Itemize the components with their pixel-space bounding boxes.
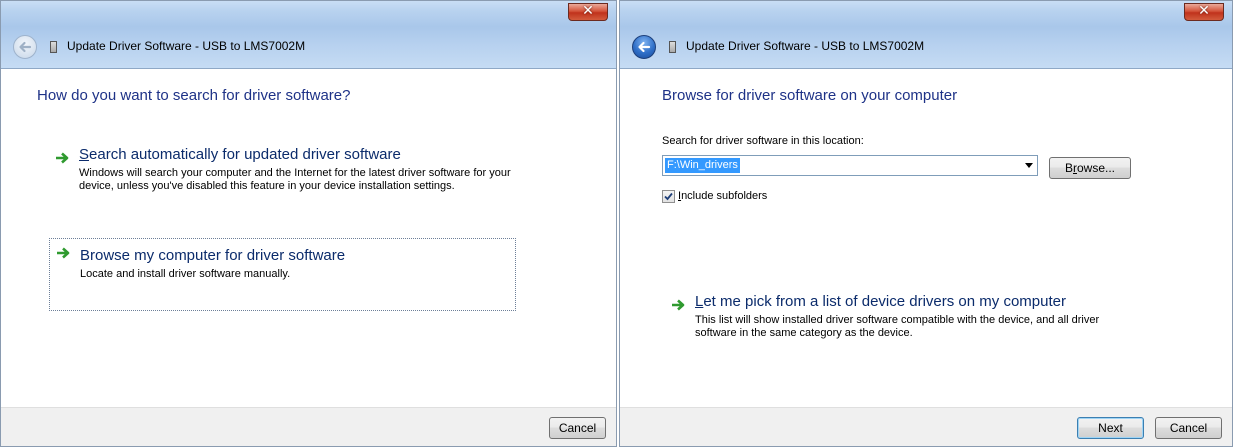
green-arrow-icon — [672, 299, 685, 311]
driver-path-value: F:\Win_drivers — [665, 158, 740, 173]
update-driver-window-browse: ✕ Update Driver Software - USB to LMS700… — [619, 0, 1233, 447]
option-title: Search automatically for updated driver … — [79, 146, 401, 163]
update-driver-window-search: ✕ Update Driver Software - USB to LMS700… — [0, 0, 617, 447]
next-button[interactable]: Next — [1077, 417, 1144, 439]
cancel-button[interactable]: Cancel — [1155, 417, 1222, 439]
page-heading: Browse for driver software on your compu… — [662, 87, 958, 104]
button-bar: Next Cancel — [620, 407, 1232, 446]
close-icon: ✕ — [582, 3, 594, 19]
green-arrow-icon — [56, 152, 69, 164]
window-title: Update Driver Software - USB to LMS7002M — [67, 39, 306, 53]
usb-device-icon — [50, 41, 57, 53]
option-description: Windows will search your computer and th… — [79, 167, 511, 192]
search-location-label: Search for driver software in this locat… — [662, 135, 864, 147]
option-description: This list will show installed driver sof… — [695, 314, 1100, 339]
green-arrow-icon — [57, 247, 70, 259]
pick-from-list-option[interactable]: Let me pick from a list of device driver… — [665, 291, 1145, 351]
browse-button[interactable]: Browse... — [1049, 157, 1131, 179]
button-bar: Cancel — [1, 407, 616, 446]
browse-computer-option[interactable]: Browse my computer for driver software L… — [49, 238, 516, 311]
close-button[interactable]: ✕ — [1184, 3, 1224, 21]
checkmark-icon — [664, 192, 673, 201]
chevron-down-icon[interactable] — [1025, 163, 1033, 168]
window-title: Update Driver Software - USB to LMS7002M — [686, 39, 925, 53]
include-subfolders-label[interactable]: Include subfolders — [678, 190, 767, 202]
title-bar — [620, 1, 1232, 69]
page-heading: How do you want to search for driver sof… — [37, 87, 351, 104]
option-title: Let me pick from a list of device driver… — [695, 293, 1066, 310]
close-icon: ✕ — [1198, 3, 1210, 19]
cancel-button[interactable]: Cancel — [549, 417, 606, 439]
back-arrow-icon — [638, 41, 651, 53]
back-arrow-icon — [19, 41, 32, 53]
back-button — [13, 35, 37, 59]
include-subfolders-checkbox[interactable] — [662, 190, 675, 203]
option-title: Browse my computer for driver software — [80, 247, 346, 264]
option-description: Locate and install driver software manua… — [80, 268, 291, 280]
driver-path-combobox[interactable]: F:\Win_drivers — [662, 155, 1038, 176]
title-bar — [1, 1, 616, 69]
back-button[interactable] — [632, 35, 656, 59]
usb-device-icon — [669, 41, 676, 53]
close-button[interactable]: ✕ — [568, 3, 608, 21]
search-automatically-option[interactable]: Search automatically for updated driver … — [49, 144, 519, 214]
